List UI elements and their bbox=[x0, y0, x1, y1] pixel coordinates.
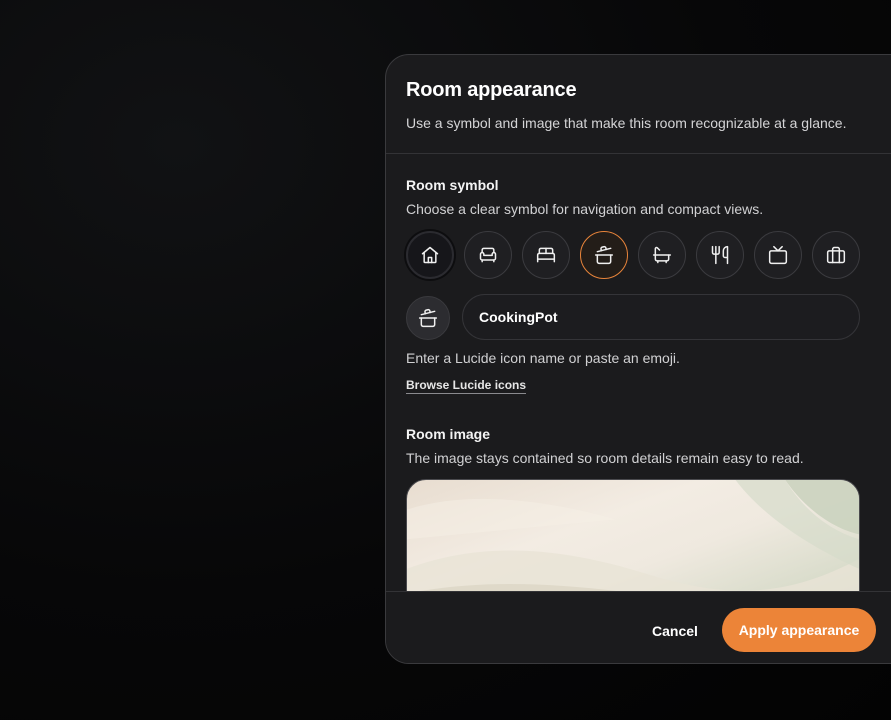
dialog-title: Room appearance bbox=[406, 79, 577, 101]
briefcase-icon bbox=[826, 246, 846, 264]
symbol-option-house[interactable] bbox=[406, 231, 454, 279]
cooking-pot-icon bbox=[418, 308, 438, 328]
tv-icon bbox=[768, 245, 788, 265]
symbol-option-armchair[interactable] bbox=[464, 231, 512, 279]
bed-icon bbox=[536, 247, 556, 263]
dialog-footer: Cancel Apply appearance bbox=[386, 591, 891, 663]
dialog-description: Use a symbol and image that make this ro… bbox=[406, 115, 847, 131]
browse-lucide-icons-link[interactable]: Browse Lucide icons bbox=[406, 378, 527, 394]
symbol-picker bbox=[406, 231, 866, 279]
room-image-title: Room image bbox=[406, 426, 491, 442]
dialog-body[interactable]: Room symbol Choose a clear symbol for na… bbox=[386, 154, 891, 591]
bath-icon bbox=[652, 246, 672, 264]
room-symbol-description: Choose a clear symbol for navigation and… bbox=[406, 201, 764, 217]
apply-appearance-button[interactable]: Apply appearance bbox=[722, 608, 876, 652]
symbol-option-briefcase[interactable] bbox=[812, 231, 860, 279]
symbol-option-bed[interactable] bbox=[522, 231, 570, 279]
icon-input-helper: Enter a Lucide icon name or paste an emo… bbox=[406, 350, 680, 366]
utensils-icon bbox=[711, 245, 729, 265]
symbol-option-utensils[interactable] bbox=[696, 231, 744, 279]
symbol-preview bbox=[406, 296, 450, 340]
cooking-pot-icon bbox=[594, 245, 614, 265]
armchair-icon bbox=[479, 247, 497, 263]
symbol-option-tv[interactable] bbox=[754, 231, 802, 279]
room-image-preview[interactable] bbox=[406, 479, 860, 591]
symbol-option-cooking-pot[interactable] bbox=[580, 231, 628, 279]
dialog-header: Room appearance Use a symbol and image t… bbox=[386, 55, 891, 154]
house-icon bbox=[421, 246, 439, 264]
room-image bbox=[407, 480, 859, 591]
room-appearance-dialog: Room appearance Use a symbol and image t… bbox=[385, 54, 891, 664]
room-symbol-title: Room symbol bbox=[406, 177, 499, 193]
symbol-option-bath[interactable] bbox=[638, 231, 686, 279]
cancel-button[interactable]: Cancel bbox=[638, 610, 712, 652]
room-image-description: The image stays contained so room detail… bbox=[406, 450, 804, 466]
icon-name-input[interactable] bbox=[462, 294, 860, 340]
